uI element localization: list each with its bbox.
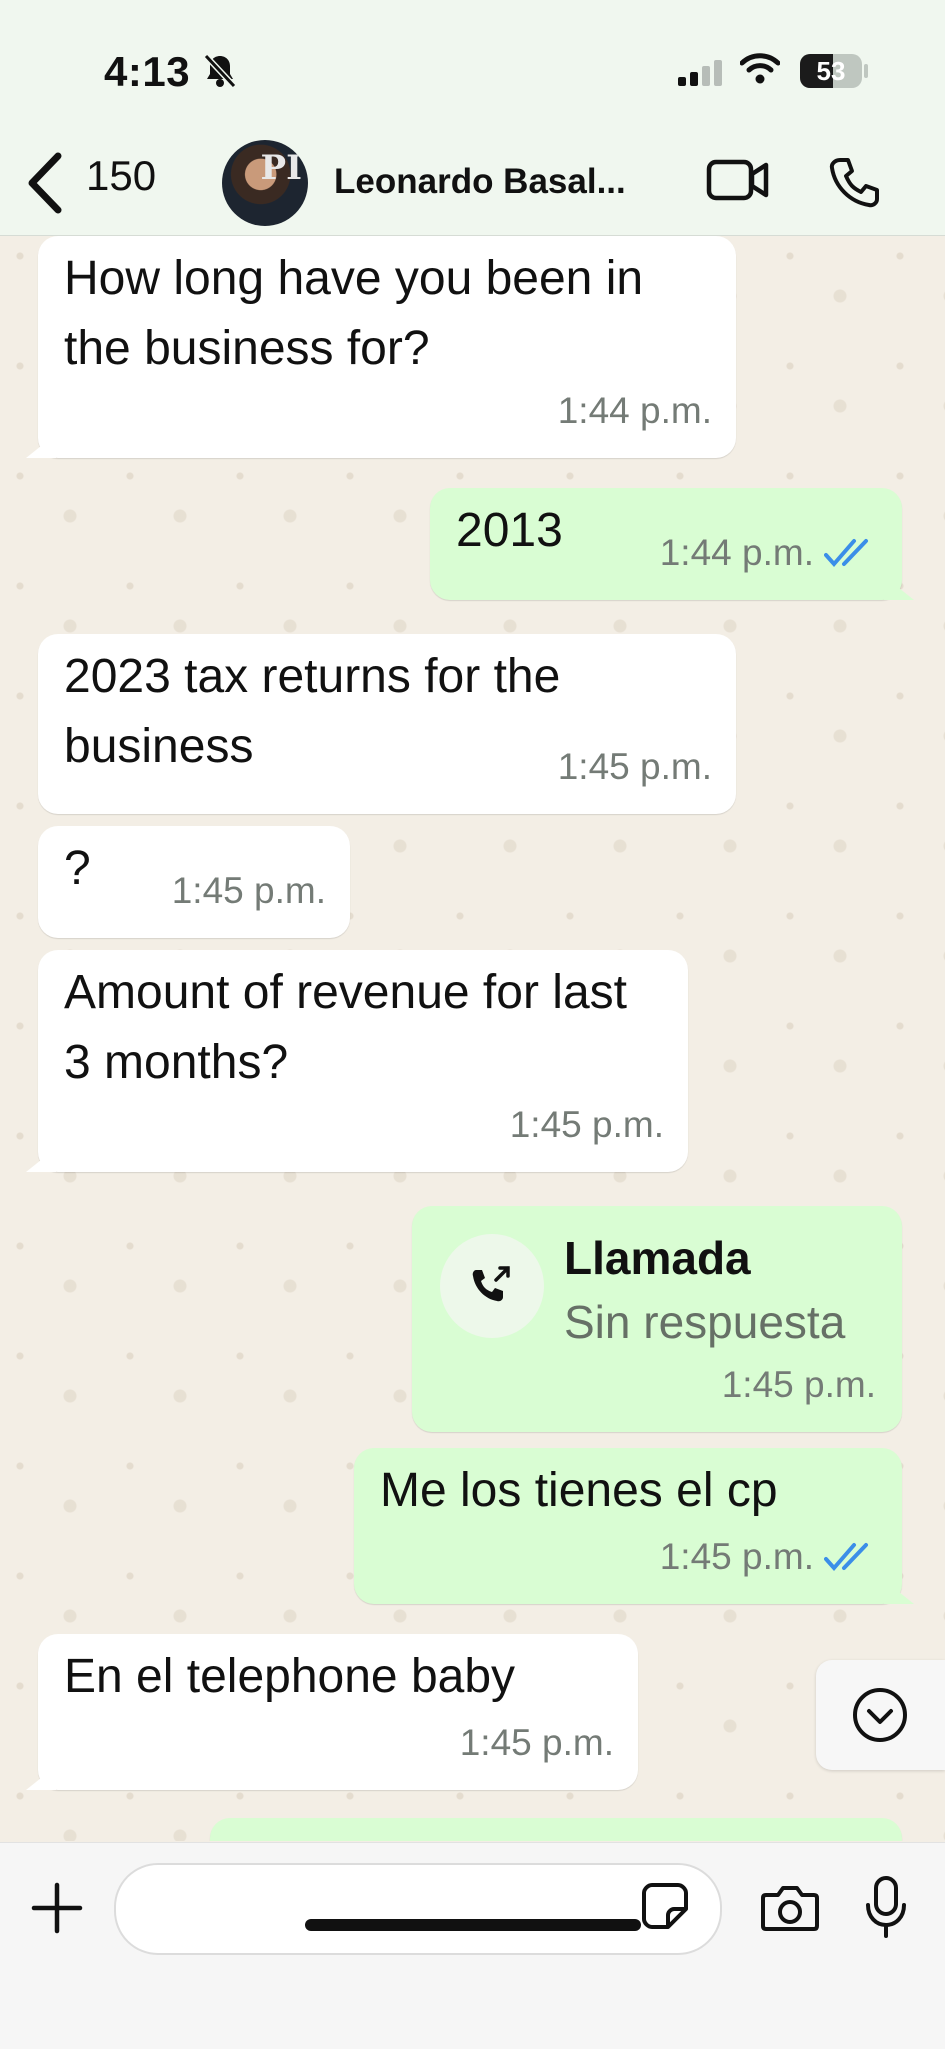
voice-call-button[interactable] <box>826 154 882 210</box>
message-bubble-incoming[interactable]: How long have you been in the business f… <box>26 236 736 458</box>
battery-percent: 53 <box>816 56 846 86</box>
sticker-icon <box>642 1883 688 1929</box>
mic-icon <box>866 1876 906 1938</box>
message-bubble-incoming[interactable]: Amount of revenue for last 3 months? 1:4… <box>26 950 688 1172</box>
message-input[interactable] <box>114 1863 722 1955</box>
call-status: Sin respuesta <box>564 1296 846 1348</box>
message-bubble-outgoing[interactable]: 2013 1:44 p.m. <box>430 488 914 600</box>
message-text: Amount of revenue for last 3 months? <box>64 966 627 1089</box>
bubble-tail <box>884 1580 914 1604</box>
message-bubble-incoming[interactable]: En el telephone baby 1:45 p.m. <box>26 1634 638 1790</box>
message-list[interactable]: How long have you been in the business f… <box>0 236 945 1841</box>
message-time: 1:45 p.m. <box>171 870 326 911</box>
message-meta: 1:44 p.m. <box>660 518 880 588</box>
signal-icon <box>678 60 722 86</box>
video-call-icon <box>706 159 769 201</box>
avatar[interactable]: PI <box>222 140 308 226</box>
message-time: 1:45 p.m. <box>721 1364 876 1405</box>
sticker-button[interactable] <box>640 1881 690 1931</box>
message-meta: 1:45 p.m. <box>660 1522 880 1592</box>
home-indicator <box>305 1919 641 1931</box>
avatar-monogram: PI <box>260 148 302 188</box>
message-text: 2013 <box>456 504 563 557</box>
chat-header: 150 PI Leonardo Basal... <box>0 140 945 236</box>
message-composer <box>0 1842 945 2049</box>
battery-cap <box>864 64 868 78</box>
missed-call-icon <box>472 1266 510 1302</box>
message-text: How long have you been in the business f… <box>64 252 644 375</box>
message-time: 1:45 p.m. <box>459 1722 614 1763</box>
bubble-tail <box>26 434 56 458</box>
chevron-down-icon <box>853 1688 907 1742</box>
message-text: ? <box>64 842 91 895</box>
message-text: En el telephone baby <box>64 1650 516 1703</box>
bubble-tail <box>884 576 914 600</box>
camera-icon <box>761 1886 819 1931</box>
message-bubble-outgoing[interactable]: Me los tienes el cp 1:45 p.m. <box>354 1448 914 1604</box>
plus-icon <box>31 1882 83 1934</box>
message-time: 1:44 p.m. <box>557 390 712 431</box>
message-bubble-incoming[interactable]: ? 1:45 p.m. <box>38 826 350 938</box>
message-bubble-incoming[interactable]: 2023 tax returns for the business 1:45 p… <box>38 634 736 814</box>
attach-button[interactable] <box>30 1881 84 1935</box>
message-text: Me los tienes el cp <box>380 1464 778 1517</box>
bell-slash-icon <box>202 52 238 90</box>
message-time: 1:45 p.m. <box>557 746 712 787</box>
status-time: 4:13 <box>104 48 191 95</box>
call-title: Llamada <box>564 1232 751 1284</box>
back-button[interactable] <box>20 148 72 218</box>
missed-call-circle <box>440 1234 544 1338</box>
missed-call-bubble[interactable]: Llamada Sin respuesta 1:45 p.m. <box>412 1206 902 1432</box>
bubble-tail <box>26 1148 56 1172</box>
read-ticks-icon <box>824 1541 880 1573</box>
phone-icon <box>829 158 879 208</box>
battery-indicator: 53 <box>800 54 862 88</box>
scroll-to-bottom-button[interactable] <box>816 1660 945 1770</box>
message-time: 1:45 p.m. <box>659 1536 814 1577</box>
message-time: 1:45 p.m. <box>509 1104 664 1145</box>
contact-name[interactable]: Leonardo Basal... <box>334 162 626 202</box>
video-call-button[interactable] <box>706 156 770 204</box>
camera-button[interactable] <box>760 1883 820 1933</box>
message-bubble-outgoing-partial[interactable] <box>210 1818 902 1841</box>
read-ticks-icon <box>824 537 880 569</box>
wifi-icon <box>740 52 780 84</box>
voice-record-button[interactable] <box>864 1875 908 1939</box>
bubble-tail <box>26 1766 56 1790</box>
status-bar: 4:13 53 <box>0 0 945 140</box>
message-time: 1:44 p.m. <box>659 532 814 573</box>
back-chevron-icon <box>28 152 62 214</box>
unread-count[interactable]: 150 <box>86 152 156 200</box>
